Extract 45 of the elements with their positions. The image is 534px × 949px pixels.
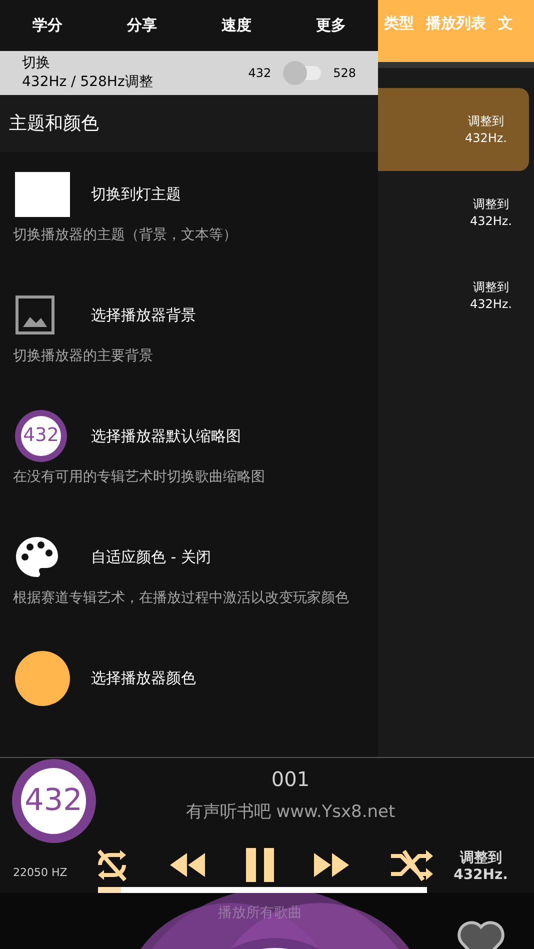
song-row[interactable]: 调整到 432Hz. [378, 88, 529, 171]
drawer-tab[interactable]: 更多 [308, 14, 354, 37]
tuning-title: 切换 [22, 54, 51, 74]
item-title: 选择播放器默认缩略图 [91, 426, 241, 447]
item-title: 切换到灯主题 [91, 184, 181, 205]
drawer-tab[interactable]: 学分 [24, 14, 70, 37]
image-icon [15, 295, 55, 335]
fast-forward-icon[interactable] [314, 851, 350, 879]
tune-action[interactable]: 调整到 432Hz. [470, 278, 512, 312]
square-icon [15, 172, 70, 216]
item-description: 切换播放器的主要背景 [13, 347, 154, 366]
sample-rate: 22050 HZ [12, 864, 68, 881]
tuning-subtitle: 432Hz / 528Hz调整 [22, 73, 154, 92]
logo-badge: 432 [15, 410, 67, 462]
drawer-tab[interactable]: 速度 [213, 14, 260, 37]
item-title: 自适应颜色 - 关闭 [91, 546, 211, 568]
settings-item[interactable]: 选择播放器颜色 [0, 636, 378, 757]
heart-icon[interactable] [456, 919, 506, 949]
settings-item[interactable]: 自适应颜色 - 关闭 根据赛道专辑艺术，在播放过程中激活以改变玩家颜色 [0, 515, 378, 636]
switch-left-label: 432 [248, 65, 272, 82]
drawer-tab[interactable]: 分享 [118, 14, 165, 37]
item-title: 选择播放器背景 [91, 304, 196, 326]
song-row[interactable]: 调整到 432Hz. [378, 254, 534, 337]
track-title: 001 [271, 766, 310, 793]
song-row[interactable]: 调整到 432Hz. [378, 171, 534, 254]
item-description: 根据赛道专辑艺术，在播放过程中激活以改变玩家颜色 [13, 589, 350, 608]
settings-item[interactable]: 选择播放器背景 切换播放器的主要背景 [0, 273, 378, 394]
tune-action[interactable]: 调整到 432Hz. [464, 112, 507, 146]
tuning-switch[interactable] [283, 61, 322, 86]
item-description: 在没有可用的专辑艺术时切换歌曲缩略图 [13, 468, 266, 487]
shuffle-icon[interactable] [390, 848, 434, 882]
item-title: 选择播放器颜色 [91, 668, 196, 689]
switch-right-label: 528 [333, 65, 356, 82]
section-heading: 主题和颜色 [9, 112, 99, 136]
settings-item[interactable]: 432 选择播放器默认缩略图 在没有可用的专辑艺术时切换歌曲缩略图 [0, 394, 378, 515]
tune-action[interactable]: 调整到 432Hz. [470, 196, 512, 230]
palette-icon [15, 536, 59, 578]
progress-track[interactable] [98, 887, 427, 893]
logo-badge: 432 [12, 759, 96, 843]
tune-button[interactable]: 调整到 432Hz. [454, 846, 534, 884]
rewind-icon[interactable] [170, 851, 206, 879]
item-description: 切换播放器的主题（背景，文本等） [13, 226, 238, 245]
settings-item[interactable]: 切换到灯主题 切换播放器的主题（背景，文本等） [0, 152, 378, 273]
track-artist: 有声听书吧 www.Ysx8.net [186, 801, 396, 824]
pause-icon[interactable] [246, 848, 274, 882]
